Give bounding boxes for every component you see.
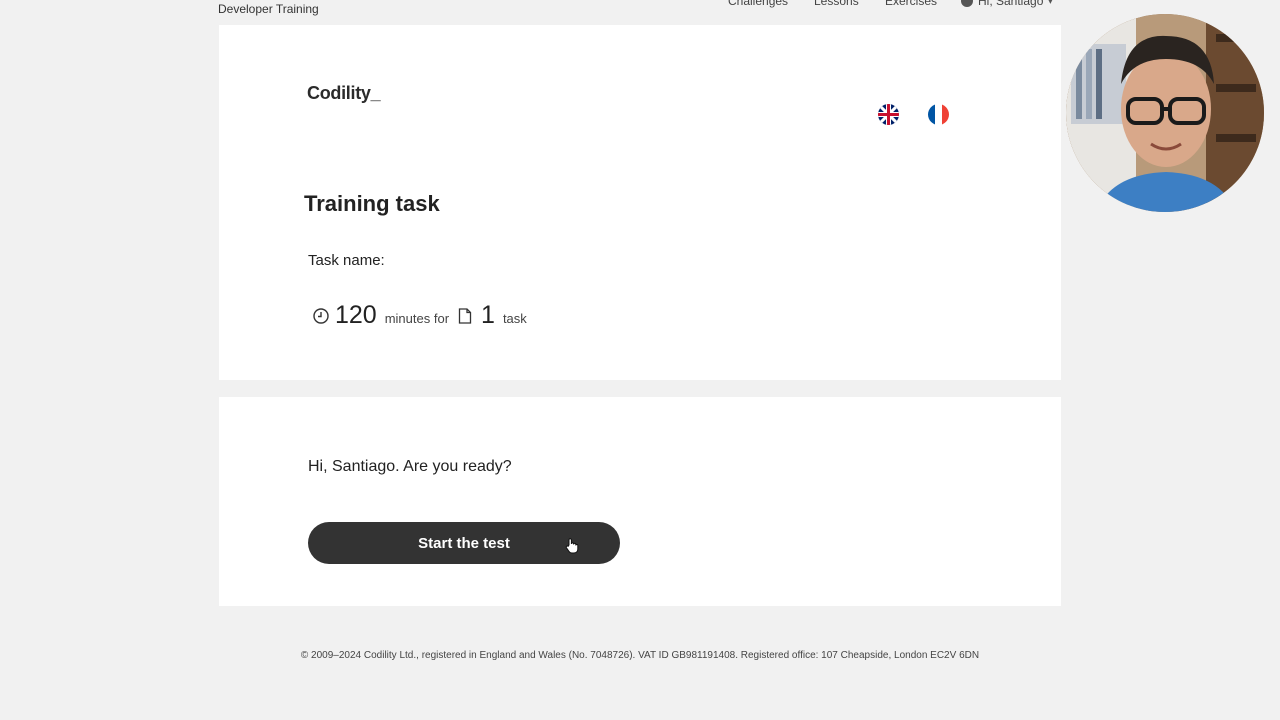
document-icon <box>458 307 472 324</box>
task-info-card: Codility_ Training task Task name: 120 m… <box>219 25 1061 380</box>
uk-flag-icon[interactable] <box>878 104 899 125</box>
chevron-down-icon: ▾ <box>1048 0 1053 6</box>
footer-legal-text: © 2009–2024 Codility Ltd., registered in… <box>300 650 980 661</box>
hand-cursor-icon <box>565 538 579 554</box>
france-flag-icon[interactable] <box>928 104 949 125</box>
webcam-overlay <box>1066 14 1264 212</box>
codility-logo: Codility_ <box>307 83 381 103</box>
presenter-video-image <box>1066 14 1264 212</box>
ready-greeting: Hi, Santiago. Are you ready? <box>308 458 512 475</box>
user-greeting: Hi, Santiago <box>978 0 1044 8</box>
start-test-card: Hi, Santiago. Are you ready? Start the t… <box>219 397 1061 606</box>
tasks-value: 1 <box>481 301 495 329</box>
clock-icon <box>313 307 329 324</box>
minutes-value: 120 <box>335 301 377 329</box>
nav-lessons[interactable]: Lessons <box>814 0 859 8</box>
nav-challenges[interactable]: Challenges <box>728 0 788 8</box>
page-title: Training task <box>304 191 440 216</box>
user-avatar-icon <box>961 0 973 7</box>
test-stats: 120 minutes for 1 task <box>313 301 536 330</box>
tasks-label: task <box>502 311 527 326</box>
task-name-label: Task name: <box>308 252 385 269</box>
brand-title[interactable]: Developer Training <box>218 2 319 16</box>
minutes-label: minutes for <box>384 311 450 326</box>
top-navigation-bar: Developer Training Challenges Lessons Ex… <box>0 0 1280 22</box>
user-menu[interactable]: Hi, Santiago ▾ <box>961 0 1052 8</box>
nav-exercises[interactable]: Exercises <box>885 0 937 8</box>
